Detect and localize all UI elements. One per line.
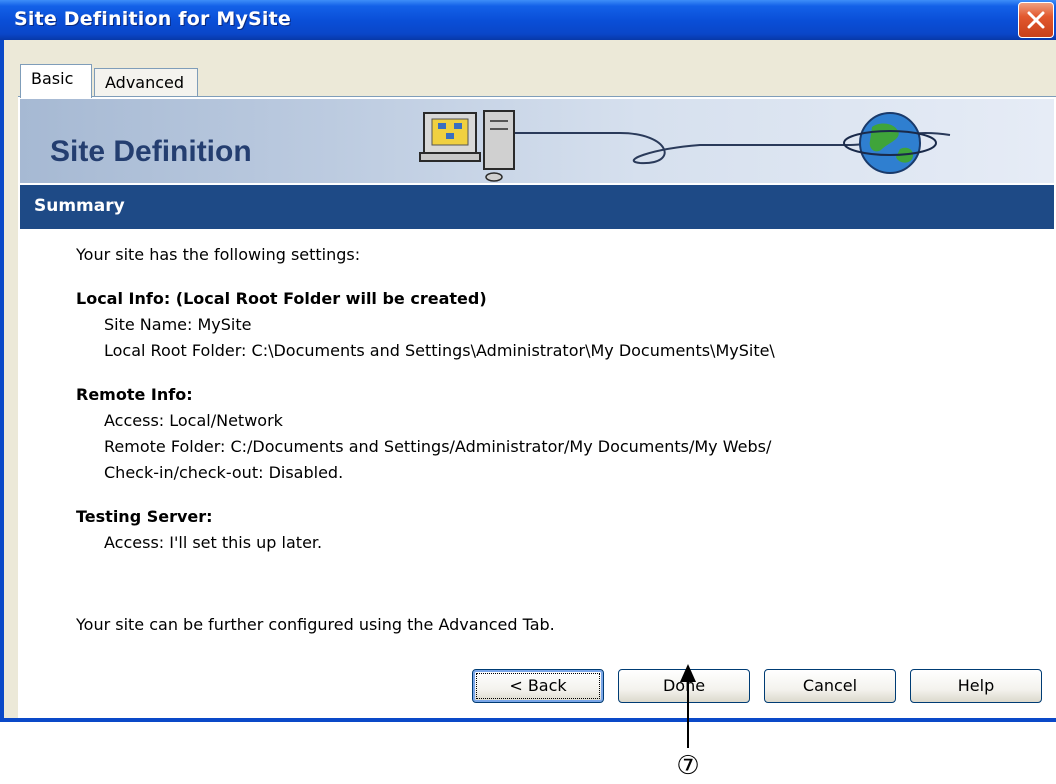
dialog-window: Site Definition for MySite Basic Advance… — [0, 0, 1056, 722]
section-title: Summary — [34, 196, 125, 216]
window-frame-bottom — [0, 718, 1056, 722]
annotation-callout: ⑦ — [676, 751, 700, 781]
section-header: Summary — [20, 185, 1054, 229]
close-x-icon — [1027, 11, 1045, 29]
window-title: Site Definition for MySite — [14, 8, 292, 30]
testing-server-heading: Testing Server: — [76, 507, 213, 526]
remote-access: Access: Local/Network — [104, 411, 283, 430]
local-root-folder: Local Root Folder: C:\Documents and Sett… — [104, 341, 775, 360]
local-site-name: Site Name: MySite — [104, 315, 252, 334]
remote-folder: Remote Folder: C:/Documents and Settings… — [104, 437, 772, 456]
back-button[interactable]: < Back — [472, 669, 604, 703]
help-button[interactable]: Help — [910, 669, 1042, 703]
remote-checkin: Check-in/check-out: Disabled. — [104, 463, 344, 482]
dialog-client-area: Basic Advanced Site Definition Summary Y… — [4, 40, 1056, 718]
local-info-heading: Local Info: (Local Root Folder will be c… — [76, 289, 487, 308]
cancel-button[interactable]: Cancel — [764, 669, 896, 703]
advanced-tab-note: Your site can be further configured usin… — [76, 615, 555, 634]
banner-title: Site Definition — [50, 135, 252, 168]
close-button[interactable] — [1018, 2, 1054, 38]
tab-panel: Site Definition Summary Your site has th… — [18, 96, 1056, 718]
computer-icon — [419, 110, 515, 182]
testing-access: Access: I'll set this up later. — [104, 533, 323, 552]
remote-info-heading: Remote Info: — [76, 385, 193, 404]
summary-intro: Your site has the following settings: — [76, 245, 361, 264]
title-bar[interactable]: Site Definition for MySite — [0, 0, 1056, 40]
tab-basic[interactable]: Basic — [20, 64, 92, 98]
tab-advanced[interactable]: Advanced — [94, 68, 198, 96]
globe-icon — [843, 112, 937, 174]
done-button[interactable]: Done — [618, 669, 750, 703]
header-banner: Site Definition — [20, 99, 1054, 183]
banner-illustration — [419, 110, 951, 182]
